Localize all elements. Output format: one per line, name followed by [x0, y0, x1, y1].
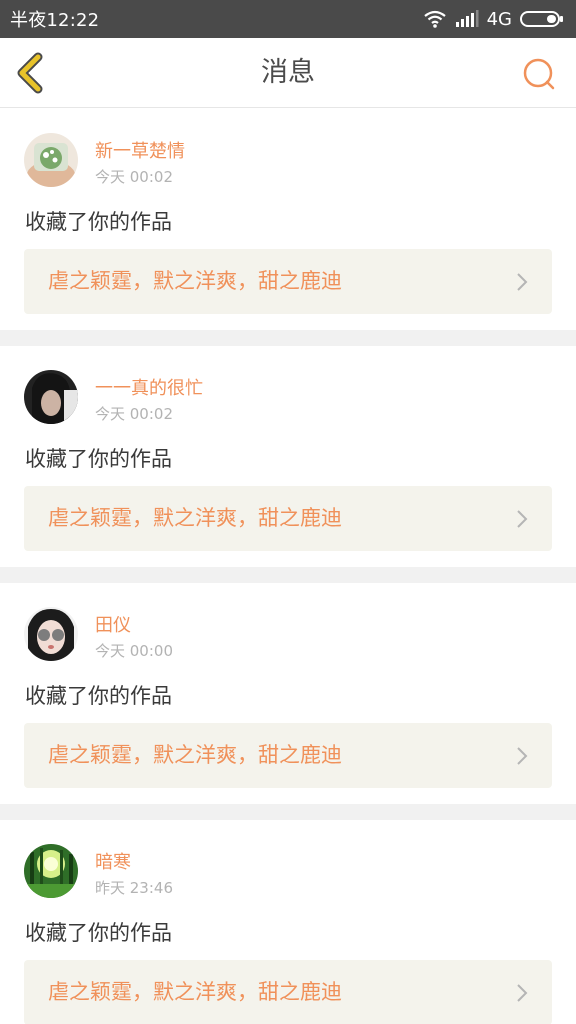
- network-type: 4G: [486, 8, 512, 30]
- separator: [0, 804, 576, 820]
- timestamp: 今天 00:02: [95, 168, 173, 186]
- header: 消息: [0, 38, 576, 108]
- status-icons: 4G: [423, 9, 564, 30]
- avatar[interactable]: [24, 370, 78, 424]
- separator: [0, 567, 576, 583]
- chevron-right-icon: [516, 746, 528, 766]
- separator: [0, 330, 576, 346]
- avatar[interactable]: [24, 844, 78, 898]
- work-link[interactable]: 虐之颖霆，默之洋爽，甜之鹿迪: [24, 249, 552, 314]
- page-title: 消息: [261, 57, 315, 88]
- message-item: 田仪 今天 00:00 收藏了你的作品 虐之颖霆，默之洋爽，甜之鹿迪: [0, 583, 576, 804]
- work-link[interactable]: 虐之颖霆，默之洋爽，甜之鹿迪: [24, 486, 552, 551]
- signal-icon: [455, 10, 479, 28]
- message-item: 一一真的很忙 今天 00:02 收藏了你的作品 虐之颖霆，默之洋爽，甜之鹿迪: [0, 346, 576, 567]
- work-link[interactable]: 虐之颖霆，默之洋爽，甜之鹿迪: [24, 723, 552, 788]
- work-title: 虐之颖霆，默之洋爽，甜之鹿迪: [48, 980, 342, 1004]
- message-item: 新一草楚情 今天 00:02 收藏了你的作品 虐之颖霆，默之洋爽，甜之鹿迪: [0, 109, 576, 330]
- action-text: 收藏了你的作品: [25, 684, 172, 708]
- avatar[interactable]: [24, 607, 78, 661]
- timestamp: 今天 00:00: [95, 642, 173, 660]
- search-button[interactable]: [522, 57, 556, 91]
- message-list: 新一草楚情 今天 00:02 收藏了你的作品 虐之颖霆，默之洋爽，甜之鹿迪 一一…: [0, 109, 576, 1024]
- work-title: 虐之颖霆，默之洋爽，甜之鹿迪: [48, 269, 342, 293]
- username[interactable]: 田仪: [95, 611, 131, 637]
- chevron-right-icon: [516, 983, 528, 1003]
- username[interactable]: 暗寒: [95, 848, 131, 874]
- action-text: 收藏了你的作品: [25, 210, 172, 234]
- chevron-right-icon: [516, 272, 528, 292]
- chevron-right-icon: [516, 509, 528, 529]
- action-text: 收藏了你的作品: [25, 447, 172, 471]
- work-title: 虐之颖霆，默之洋爽，甜之鹿迪: [48, 506, 342, 530]
- username[interactable]: 新一草楚情: [95, 137, 185, 163]
- wifi-icon: [423, 10, 447, 28]
- status-bar: 半夜12:22 4G: [0, 0, 576, 38]
- action-text: 收藏了你的作品: [25, 921, 172, 945]
- timestamp: 昨天 23:46: [95, 879, 173, 897]
- battery-icon: [520, 10, 564, 28]
- status-time: 半夜12:22: [10, 10, 100, 31]
- work-title: 虐之颖霆，默之洋爽，甜之鹿迪: [48, 743, 342, 767]
- search-icon: [522, 58, 556, 95]
- work-link[interactable]: 虐之颖霆，默之洋爽，甜之鹿迪: [24, 960, 552, 1024]
- message-item: 暗寒 昨天 23:46 收藏了你的作品 虐之颖霆，默之洋爽，甜之鹿迪: [0, 820, 576, 1024]
- timestamp: 今天 00:02: [95, 405, 173, 423]
- avatar[interactable]: [24, 133, 78, 187]
- username[interactable]: 一一真的很忙: [95, 374, 203, 400]
